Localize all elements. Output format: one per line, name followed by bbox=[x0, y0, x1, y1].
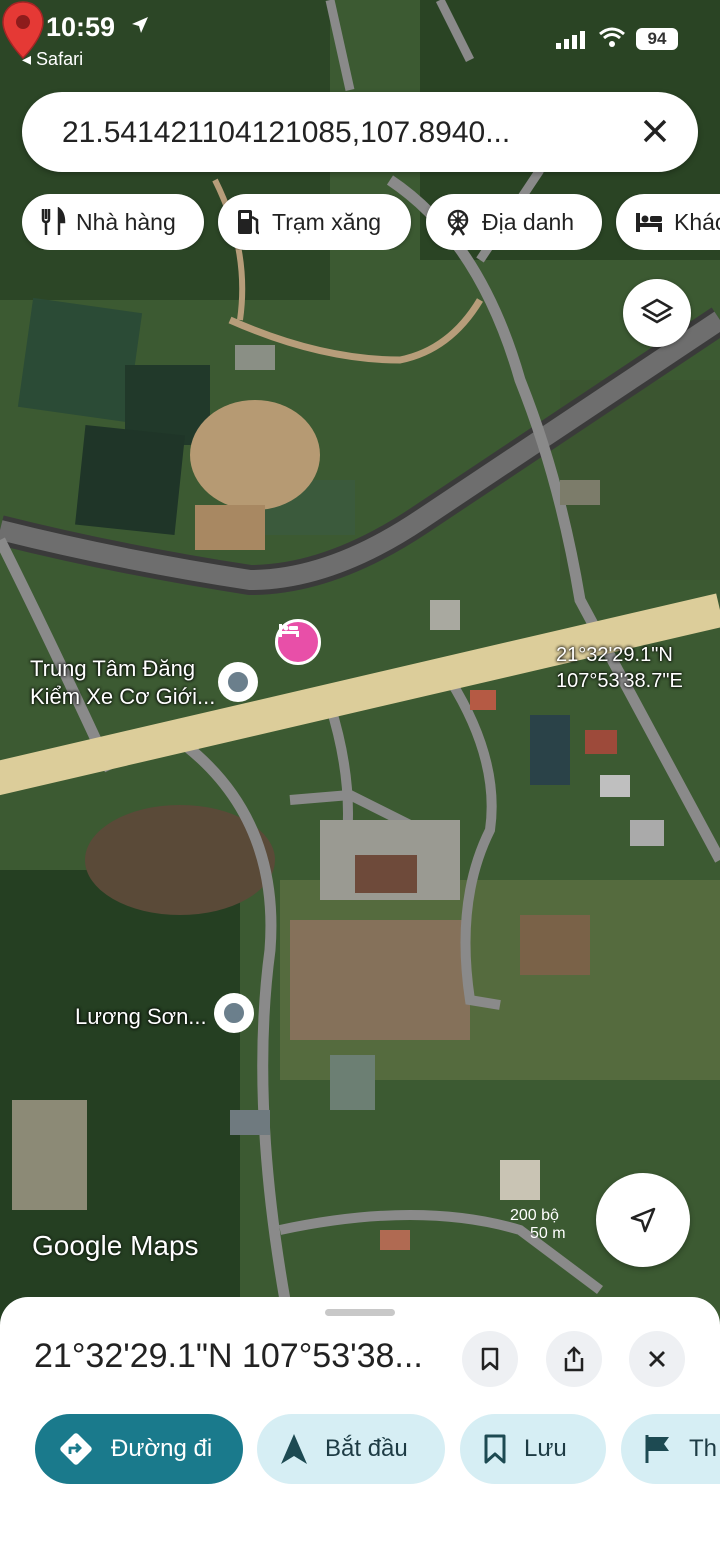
share-button[interactable] bbox=[546, 1331, 602, 1387]
poi-marker-inspection-center[interactable] bbox=[218, 662, 258, 702]
status-time: 10:59 bbox=[46, 12, 116, 42]
pin-coordinates-label: 21°32'29.1"N 107°53'38.7"E bbox=[556, 644, 683, 692]
location-arrow-icon bbox=[630, 1207, 656, 1233]
chip-landmarks[interactable]: Địa danh bbox=[426, 194, 602, 250]
save-place-button[interactable] bbox=[462, 1331, 518, 1387]
layers-icon bbox=[640, 298, 674, 324]
bookmark-icon bbox=[484, 1434, 506, 1464]
location-services-icon bbox=[132, 17, 148, 33]
category-chips: Nhà hàng Trạm xăng Địa danh Khác bbox=[22, 194, 720, 250]
chip-restaurants[interactable]: Nhà hàng bbox=[22, 194, 204, 250]
map-scale: 200 bộ 50 m bbox=[510, 1207, 566, 1242]
back-to-app-link[interactable]: ◂ Safari bbox=[22, 49, 83, 70]
map-layers-button[interactable] bbox=[623, 279, 691, 347]
navigation-arrow-icon bbox=[281, 1434, 307, 1464]
cellular-signal-icon bbox=[556, 31, 585, 49]
battery-indicator: 94 bbox=[636, 28, 678, 50]
close-sheet-button[interactable] bbox=[629, 1331, 685, 1387]
google-maps-logo: Google Maps bbox=[32, 1230, 199, 1261]
directions-button[interactable]: Đường đi bbox=[35, 1414, 243, 1484]
share-icon bbox=[564, 1346, 584, 1372]
status-bar: 10:59 ◂ Safari 94 bbox=[0, 0, 720, 80]
place-bottom-sheet[interactable]: 21°32'29.1"N 107°53'38... Đường đi Bắt đ… bbox=[0, 1297, 720, 1557]
chip-gas-stations[interactable]: Trạm xăng bbox=[218, 194, 411, 250]
close-icon bbox=[649, 1351, 665, 1367]
more-action-button[interactable]: Th bbox=[621, 1414, 720, 1484]
place-title: 21°32'29.1"N 107°53'38... bbox=[34, 1337, 423, 1375]
restaurant-icon bbox=[41, 207, 66, 235]
bookmark-icon bbox=[481, 1347, 499, 1371]
flag-icon bbox=[645, 1435, 669, 1463]
chip-more[interactable]: Khác bbox=[616, 194, 720, 250]
clear-search-icon[interactable] bbox=[638, 114, 672, 148]
my-location-button[interactable] bbox=[596, 1173, 690, 1267]
map-label-inspection-center[interactable]: Trung Tâm Đăng Kiểm Xe Cơ Giới... bbox=[30, 655, 215, 711]
directions-icon bbox=[60, 1433, 92, 1465]
search-input[interactable]: 21.541421104121085,107.8940... bbox=[62, 116, 510, 150]
hotel-marker-icon[interactable] bbox=[275, 619, 321, 665]
map-label-luong-son[interactable]: Lương Sơn... bbox=[75, 1003, 207, 1031]
hotel-bed-icon bbox=[636, 213, 662, 232]
wifi-icon bbox=[599, 27, 625, 47]
save-button[interactable]: Lưu bbox=[460, 1414, 606, 1484]
search-bar[interactable]: 21.541421104121085,107.8940... bbox=[22, 92, 698, 172]
poi-marker-luong-son[interactable] bbox=[214, 993, 254, 1033]
gas-station-icon bbox=[238, 210, 260, 235]
sheet-drag-handle[interactable] bbox=[325, 1309, 395, 1316]
landmark-icon bbox=[447, 209, 469, 236]
start-navigation-button[interactable]: Bắt đầu bbox=[257, 1414, 445, 1484]
